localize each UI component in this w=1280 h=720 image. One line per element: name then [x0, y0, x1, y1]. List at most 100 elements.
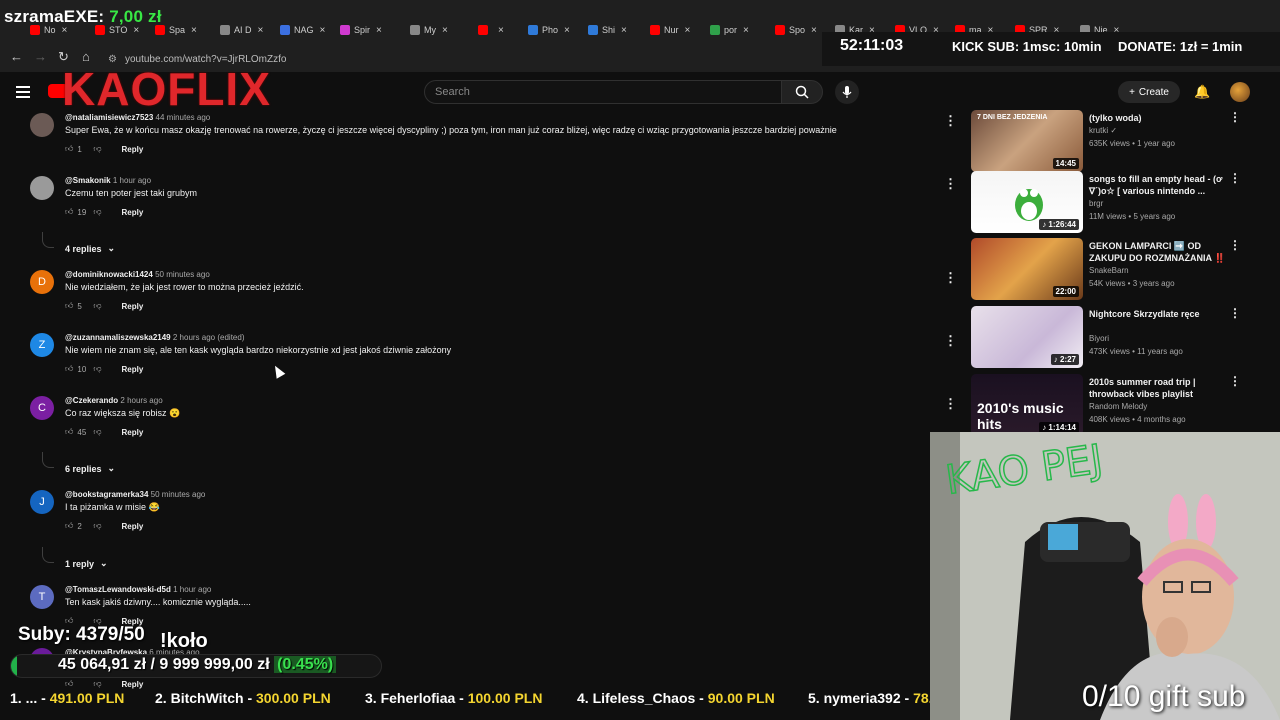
commenter-avatar[interactable]: [30, 176, 54, 200]
video-title[interactable]: (tylko woda): [1089, 112, 1229, 124]
browser-tab[interactable]: My ×: [410, 22, 448, 38]
reply-button[interactable]: Reply: [122, 365, 144, 374]
dislike-icon[interactable]: 👎︎: [93, 207, 101, 217]
comment-author[interactable]: @Czekerando: [65, 396, 118, 405]
video-thumbnail[interactable]: ♪ 1:26:44: [971, 171, 1083, 233]
replies-toggle[interactable]: 4 replies ⌄: [65, 243, 115, 254]
comment-time[interactable]: 2 hours ago (edited): [173, 333, 245, 342]
video-channel[interactable]: SnakeBarn: [1089, 266, 1129, 275]
search-input[interactable]: Search: [424, 80, 782, 104]
reply-button[interactable]: Reply: [122, 428, 144, 437]
browser-tab[interactable]: ×: [478, 22, 504, 38]
more-actions-icon[interactable]: ⋮: [944, 270, 957, 286]
search-button[interactable]: [781, 80, 823, 104]
more-actions-icon[interactable]: ⋮: [1229, 110, 1241, 124]
comment-author[interactable]: @zuzannamaliszewska2149: [65, 333, 171, 342]
video-title[interactable]: Nightcore Skrzydlate ręce: [1089, 308, 1229, 320]
forward-icon[interactable]: →: [34, 49, 47, 64]
commenter-avatar[interactable]: D: [30, 270, 54, 294]
more-actions-icon[interactable]: ⋮: [944, 113, 957, 129]
more-actions-icon[interactable]: ⋮: [944, 396, 957, 412]
reply-button[interactable]: Reply: [122, 302, 144, 311]
back-icon[interactable]: ←: [10, 49, 23, 64]
video-channel[interactable]: brgr: [1089, 199, 1103, 208]
like-icon[interactable]: 👍︎: [65, 144, 73, 154]
commenter-avatar[interactable]: Z: [30, 333, 54, 357]
tab-close-icon[interactable]: ×: [743, 25, 749, 36]
replies-toggle[interactable]: 1 reply ⌄: [65, 558, 108, 569]
browser-tab[interactable]: por ×: [710, 22, 749, 38]
comment-author[interactable]: @bookstagramerka34: [65, 490, 148, 499]
video-title[interactable]: 2010s summer road trip | throwback vibes…: [1089, 376, 1229, 400]
recommended-video[interactable]: 22:00 GEKON LAMPARCI ➡️ OD ZAKUPU DO ROZM…: [971, 238, 1266, 300]
dislike-icon[interactable]: 👎︎: [93, 427, 101, 437]
dislike-icon[interactable]: 👎︎: [93, 521, 101, 531]
tab-close-icon[interactable]: ×: [191, 25, 197, 36]
comment-time[interactable]: 50 minutes ago: [155, 270, 210, 279]
browser-tab[interactable]: Pho ×: [528, 22, 570, 38]
browser-tab[interactable]: Nur ×: [650, 22, 690, 38]
comment-author[interactable]: @nataliamisiewicz7523: [65, 113, 153, 122]
video-thumbnail[interactable]: ♪ 2:27: [971, 306, 1083, 368]
comment-time[interactable]: 50 minutes ago: [151, 490, 206, 499]
notifications-bell-icon[interactable]: 🔔: [1194, 84, 1210, 100]
more-actions-icon[interactable]: ⋮: [1229, 306, 1241, 320]
more-actions-icon[interactable]: ⋮: [1229, 238, 1241, 252]
tab-close-icon[interactable]: ×: [685, 25, 691, 36]
like-icon[interactable]: 👍︎: [65, 364, 73, 374]
like-icon[interactable]: 👍︎: [65, 521, 73, 531]
video-channel[interactable]: krutki ✓: [1089, 126, 1117, 135]
recommended-video[interactable]: 7 DNI BEZ JEDZENIA 14:45 (tylko woda) krutk…: [971, 110, 1266, 172]
commenter-avatar[interactable]: T: [30, 585, 54, 609]
reply-button[interactable]: Reply: [122, 145, 144, 154]
voice-search-button[interactable]: [835, 80, 859, 104]
dislike-icon[interactable]: 👎︎: [93, 301, 101, 311]
comment-time[interactable]: 44 minutes ago: [156, 113, 211, 122]
tab-close-icon[interactable]: ×: [621, 25, 627, 36]
comment-time[interactable]: 1 hour ago: [113, 176, 151, 185]
tab-close-icon[interactable]: ×: [811, 25, 817, 36]
browser-tab[interactable]: NAG ×: [280, 22, 325, 38]
video-title[interactable]: songs to fill an empty head - (ơ ∇´)o☆ […: [1089, 173, 1229, 197]
video-channel[interactable]: Random Melody: [1089, 402, 1147, 411]
tab-close-icon[interactable]: ×: [564, 25, 570, 36]
more-actions-icon[interactable]: ⋮: [1229, 171, 1241, 185]
commenter-avatar[interactable]: J: [30, 490, 54, 514]
more-actions-icon[interactable]: ⋮: [1229, 374, 1241, 388]
like-icon[interactable]: 👍︎: [65, 207, 73, 217]
video-thumbnail[interactable]: 7 DNI BEZ JEDZENIA 14:45: [971, 110, 1083, 172]
recommended-video[interactable]: ♪ 2:27 Nightcore Skrzydlate ręce Biyori 473…: [971, 306, 1266, 368]
commenter-avatar[interactable]: C: [30, 396, 54, 420]
replies-toggle[interactable]: 6 replies ⌄: [65, 463, 115, 474]
menu-icon[interactable]: [16, 86, 30, 98]
dislike-icon[interactable]: 👎︎: [93, 364, 101, 374]
comment-time[interactable]: 1 hour ago: [173, 585, 211, 594]
browser-tab[interactable]: Shi ×: [588, 22, 627, 38]
recommended-video[interactable]: ♪ 1:26:44 songs to fill an empty head - (…: [971, 171, 1266, 233]
recommended-video[interactable]: 2010's music hits ♪ 1:14:14 2010s summer r…: [971, 374, 1266, 436]
reply-button[interactable]: Reply: [122, 208, 144, 217]
video-thumbnail[interactable]: 22:00: [971, 238, 1083, 300]
like-icon[interactable]: 👍︎: [65, 301, 73, 311]
video-title[interactable]: GEKON LAMPARCI ➡️ OD ZAKUPU DO ROZMNAŻAN…: [1089, 240, 1229, 264]
commenter-avatar[interactable]: [30, 113, 54, 137]
comment-author[interactable]: @TomaszLewandowski-d5d: [65, 585, 171, 594]
comment-time[interactable]: 2 hours ago: [120, 396, 162, 405]
like-icon[interactable]: 👍︎: [65, 427, 73, 437]
video-channel[interactable]: Biyori: [1089, 334, 1109, 343]
dislike-icon[interactable]: 👎︎: [93, 144, 101, 154]
tab-close-icon[interactable]: ×: [498, 25, 504, 36]
video-thumbnail[interactable]: 2010's music hits ♪ 1:14:14: [971, 374, 1083, 436]
browser-tab[interactable]: AI D ×: [220, 22, 263, 38]
tab-close-icon[interactable]: ×: [376, 25, 382, 36]
create-button[interactable]: + Create: [1118, 81, 1180, 103]
more-actions-icon[interactable]: ⋮: [944, 176, 957, 192]
browser-tab[interactable]: Spo ×: [775, 22, 817, 38]
tab-close-icon[interactable]: ×: [258, 25, 264, 36]
tab-close-icon[interactable]: ×: [442, 25, 448, 36]
reply-button[interactable]: Reply: [122, 522, 144, 531]
more-actions-icon[interactable]: ⋮: [944, 333, 957, 349]
comment-author[interactable]: @dominiknowacki1424: [65, 270, 153, 279]
tab-close-icon[interactable]: ×: [320, 25, 326, 36]
comment-author[interactable]: @Smakonik: [65, 176, 111, 185]
